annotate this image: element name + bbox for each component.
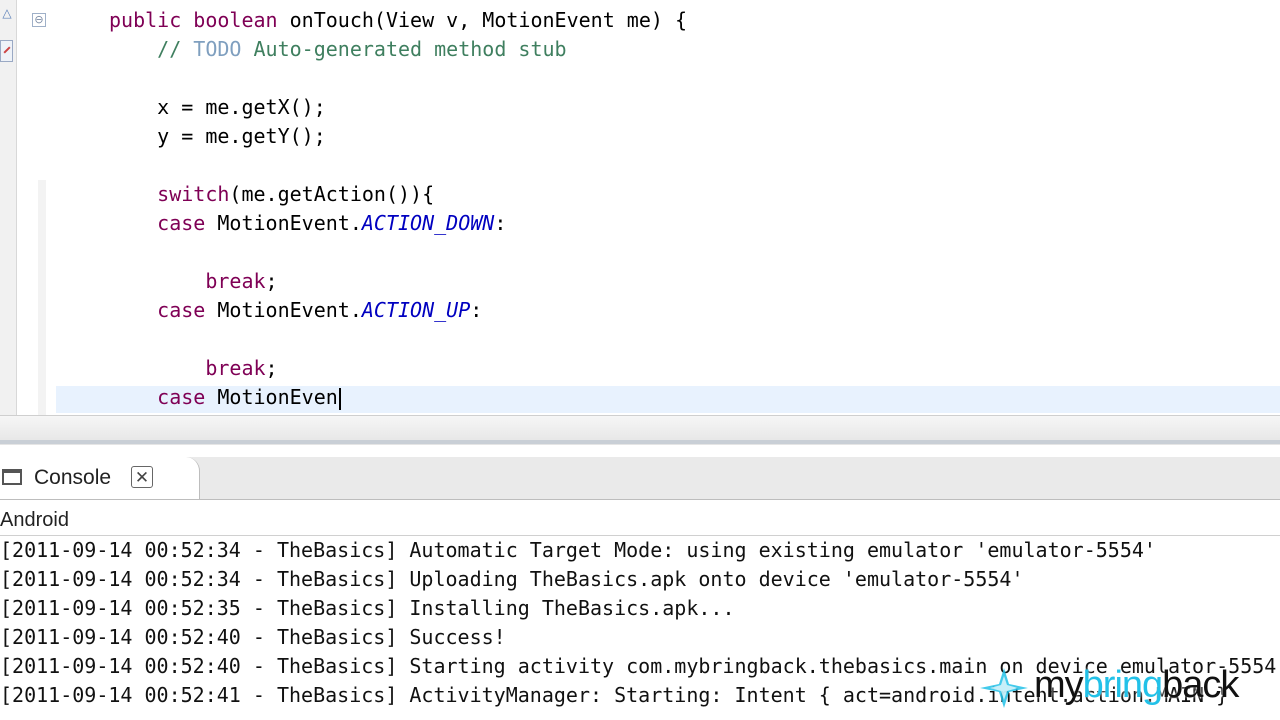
code-token: ; xyxy=(265,269,278,293)
console-log-line: [2011-09-14 00:52:34 - TheBasics] Upload… xyxy=(0,567,1024,591)
ide-window: △ ⊖ public boolean onTouch(View v, Motio… xyxy=(0,0,1280,720)
code-token: ; xyxy=(265,356,278,380)
code-token: case xyxy=(157,211,206,235)
tab-console[interactable]: Console ✕ xyxy=(0,457,200,499)
code-line[interactable]: y = me.getY(); xyxy=(109,122,326,151)
code-token: y = me.getY(); xyxy=(109,124,326,148)
console-source-label: Android xyxy=(0,509,69,531)
code-token: break xyxy=(205,269,266,293)
editor-scrollbar-track[interactable] xyxy=(0,440,1280,444)
console-tab-bar: Console ✕ xyxy=(0,457,1280,500)
code-token: switch xyxy=(157,182,230,206)
code-token: case xyxy=(157,385,206,409)
code-token: case xyxy=(157,298,206,322)
code-line[interactable]: // TODO Auto-generated method stub xyxy=(109,35,567,64)
watermark-text: mybringback xyxy=(1034,662,1239,708)
watermark-part-1: my xyxy=(1034,664,1084,706)
code-token: MotionEvent. xyxy=(205,211,362,235)
code-line[interactable]: switch(me.getAction()){ xyxy=(109,180,434,209)
code-token: ACTION_DOWN xyxy=(361,211,495,235)
code-token: MotionEven xyxy=(205,385,338,409)
code-token: (me.getAction()){ xyxy=(229,182,435,206)
scope-ruler xyxy=(38,180,46,415)
code-token: boolean xyxy=(193,8,278,32)
code-token: public xyxy=(109,8,182,32)
editor-gutter: △ xyxy=(0,0,17,415)
task-marker-icon[interactable] xyxy=(0,40,13,62)
code-editor[interactable]: △ ⊖ public boolean onTouch(View v, Motio… xyxy=(0,0,1280,415)
code-line[interactable]: x = me.getX(); xyxy=(109,93,326,122)
code-line[interactable]: break; xyxy=(109,354,278,383)
text-caret xyxy=(338,387,341,410)
sparkle-icon xyxy=(980,668,1028,708)
watermark-part-3: back xyxy=(1162,664,1239,706)
override-marker-icon[interactable]: △ xyxy=(0,6,14,20)
code-token: MotionEvent. xyxy=(205,298,362,322)
code-token: // xyxy=(157,37,194,61)
console-icon xyxy=(2,469,22,485)
fold-collapse-icon[interactable]: ⊖ xyxy=(32,13,46,27)
code-line[interactable]: case MotionEven xyxy=(109,383,341,412)
code-line[interactable]: case MotionEvent.ACTION_UP: xyxy=(109,296,482,325)
folding-ruler: ⊖ xyxy=(16,0,56,415)
code-token: x = me.getX(); xyxy=(109,95,326,119)
code-token: Auto-generated method stub xyxy=(241,37,567,61)
code-token: : xyxy=(470,298,483,322)
tab-console-label: Console xyxy=(34,466,112,489)
pane-divider[interactable] xyxy=(0,415,1280,446)
console-log-line: [2011-09-14 00:52:35 - TheBasics] Instal… xyxy=(0,596,735,620)
code-line[interactable]: public boolean onTouch(View v, MotionEve… xyxy=(109,6,687,35)
code-token: ACTION_UP xyxy=(361,298,471,322)
watermark-part-2: bring xyxy=(1082,664,1163,706)
code-line[interactable]: break; xyxy=(109,267,278,296)
code-token: : xyxy=(494,211,507,235)
watermark-logo: mybringback xyxy=(978,662,1280,714)
close-icon[interactable]: ✕ xyxy=(131,466,153,488)
console-log-line: [2011-09-14 00:52:40 - TheBasics] Succes… xyxy=(0,625,506,649)
code-token: TODO xyxy=(193,37,242,61)
console-log-line: [2011-09-14 00:52:34 - TheBasics] Automa… xyxy=(0,538,1156,562)
code-token: onTouch(View v, MotionEvent me) { xyxy=(277,8,687,32)
code-line[interactable]: case MotionEvent.ACTION_DOWN: xyxy=(109,209,506,238)
code-token: break xyxy=(205,356,266,380)
